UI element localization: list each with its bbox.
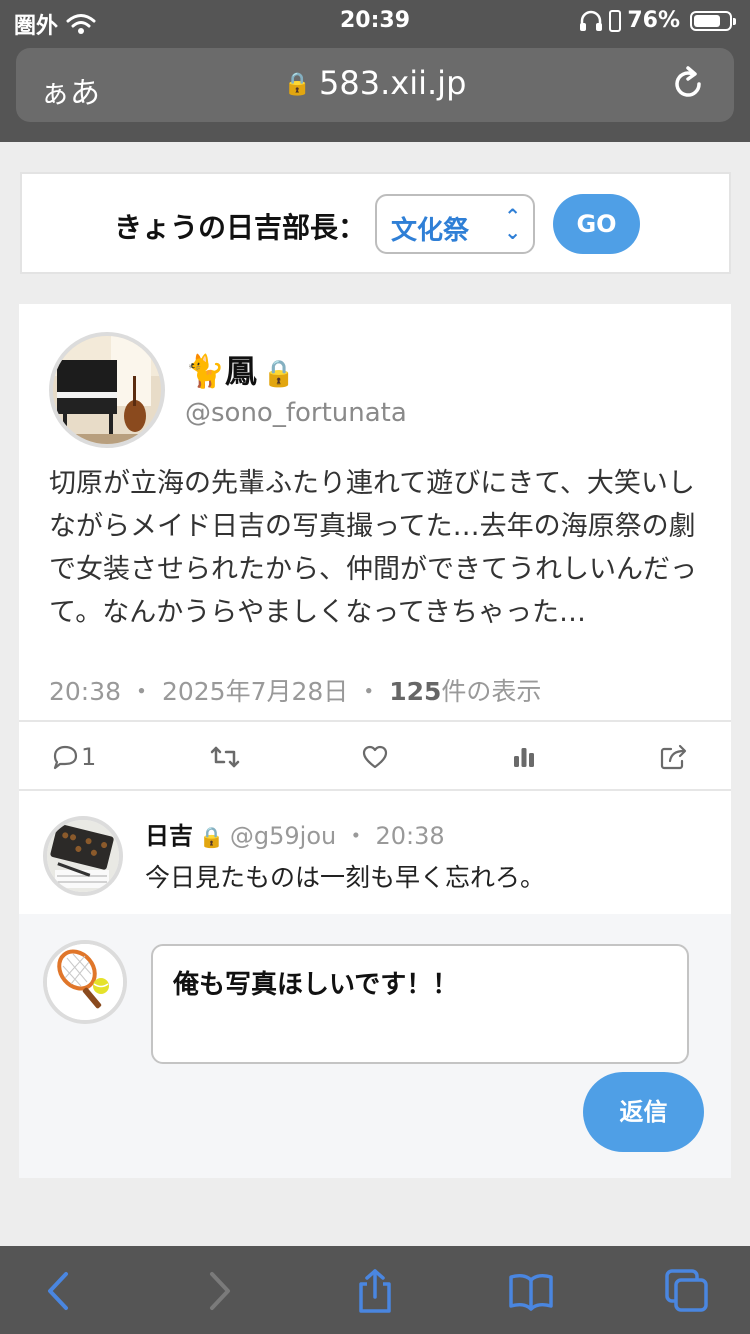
tabs-icon[interactable] (664, 1268, 710, 1314)
tweet-author-name[interactable]: 🐈鳳 🔒 (185, 346, 295, 392)
compose-area: 俺も写真ほしいです！！ 返信 (19, 914, 731, 1178)
battery-percent: 76% (627, 8, 680, 33)
tennis-racket-avatar-image (47, 944, 123, 1020)
analytics-action-button[interactable] (511, 740, 537, 774)
piano-violin-avatar-image (53, 336, 161, 444)
divider (19, 720, 731, 722)
tweet-author-handle[interactable]: @sono_fortunata (185, 398, 407, 428)
select-chevron-icon: ⌃ ⌄ (504, 204, 521, 244)
reply-text: 今日見たものは一刻も早く忘れろ。 (145, 863, 546, 892)
back-icon[interactable] (36, 1268, 82, 1314)
my-avatar (43, 940, 127, 1024)
author-name-text: 🐈鳳 (185, 352, 257, 390)
battery-icon (690, 10, 736, 31)
tweet-meta: 20:38 ・ 2025年7月28日 ・ 125件の表示 (49, 677, 542, 706)
reply-icon (53, 745, 78, 770)
reload-icon[interactable] (668, 64, 708, 104)
retweet-action-button[interactable] (209, 740, 241, 774)
protected-lock-icon: 🔒 (199, 825, 224, 849)
avatar[interactable] (49, 332, 165, 448)
character-selector: きょうの日吉部長： 文化祭 ⌃ ⌄ GO (20, 172, 731, 274)
reply-submit-button[interactable]: 返信 (583, 1072, 704, 1152)
view-count-suffix: 件の表示 (441, 677, 542, 706)
tweet-actions: 1 (19, 724, 731, 790)
view-count: 125 (389, 677, 442, 706)
bookmarks-icon[interactable] (508, 1268, 554, 1314)
tweet-time[interactable]: 20:38 (49, 677, 121, 706)
share-icon (660, 744, 687, 770)
status-bar: 圏外 20:39 76% (0, 0, 750, 42)
like-action-button[interactable] (361, 740, 389, 774)
status-right: 76% (579, 8, 736, 33)
orientation-lock-icon (609, 9, 622, 32)
reply-author-name[interactable]: 日吉 (145, 822, 193, 850)
divider (19, 789, 731, 791)
browser-toolbar (0, 1246, 750, 1334)
lock-icon: 🔒 (283, 72, 312, 97)
selector-label: きょうの日吉部長： (114, 211, 367, 244)
tweet-body: 切原が立海の先輩ふたり連れて遊びにきて、大笑いしながらメイド日吉の写真撮ってた…… (49, 468, 697, 628)
go-button[interactable]: GO (553, 194, 640, 254)
reply-count: 1 (81, 743, 97, 771)
headphones-icon (580, 10, 603, 31)
reply-header: 日吉 🔒 @g59jou ・ 20:38 (145, 822, 445, 850)
share-sheet-icon[interactable] (352, 1268, 398, 1314)
url-display[interactable]: 🔒 583.xii.jp (16, 64, 734, 102)
protected-lock-icon: 🔒 (262, 359, 296, 389)
battery-fill (694, 14, 720, 27)
address-bar[interactable]: ぁあ 🔒 583.xii.jp (16, 48, 734, 122)
share-action-button[interactable] (659, 740, 689, 774)
mode-select-value: 文化祭 (391, 216, 470, 246)
url-text: 583.xii.jp (319, 64, 467, 102)
reply-action-button[interactable]: 1 (51, 740, 96, 774)
tweet-date[interactable]: 2025年7月28日 (162, 677, 348, 706)
retweet-icon (210, 746, 240, 768)
forward-icon[interactable] (196, 1268, 242, 1314)
mode-select[interactable]: 文化祭 ⌃ ⌄ (375, 194, 535, 254)
heart-icon (362, 745, 388, 769)
abacus-avatar-image (47, 820, 119, 892)
reply-avatar[interactable] (43, 816, 123, 896)
reply-author-handle[interactable]: @g59jou (230, 822, 336, 850)
browser-chrome-top: 圏外 20:39 76% ぁあ 🔒 583.xii.jp (0, 0, 750, 142)
analytics-bars-icon (514, 748, 534, 767)
reply-input[interactable]: 俺も写真ほしいです！！ (151, 944, 689, 1064)
tweet-card: 🐈鳳 🔒 @sono_fortunata 切原が立海の先輩ふたり連れて遊びにきて、… (19, 304, 731, 1178)
reply-time[interactable]: 20:38 (376, 822, 445, 850)
